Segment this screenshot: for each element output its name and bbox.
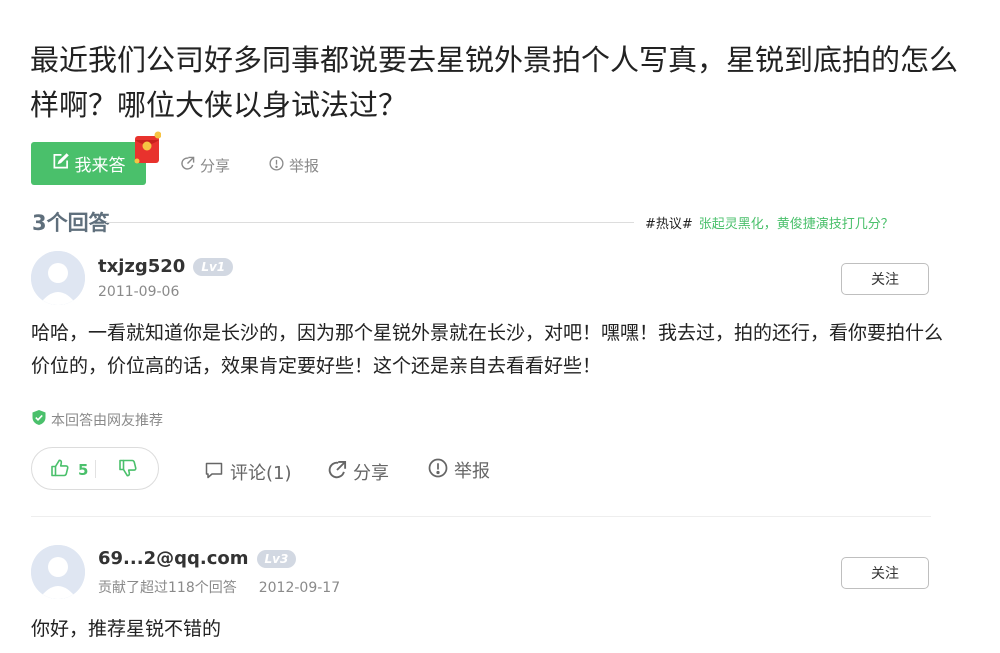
share-question-button[interactable]: 分享 <box>180 155 230 176</box>
thumbs-up-icon <box>50 458 70 482</box>
avatar[interactable] <box>31 251 85 305</box>
answer-date: 2012-09-17 <box>258 580 341 596</box>
answer-author[interactable]: txjzg520 Lv1 <box>98 256 234 277</box>
level-badge: Lv3 <box>256 549 297 568</box>
avatar[interactable] <box>31 545 85 599</box>
follow-button[interactable]: 关注 <box>841 263 929 295</box>
share-answer-button[interactable]: 分享 <box>327 459 389 485</box>
report-question-button[interactable]: 举报 <box>269 155 319 176</box>
username: txjzg520 <box>98 256 186 277</box>
report-icon <box>269 156 284 175</box>
recommended-label: 本回答由网友推荐 <box>51 412 163 429</box>
edit-icon <box>52 152 69 175</box>
shield-check-icon <box>31 409 47 430</box>
follow-button[interactable]: 关注 <box>841 557 929 589</box>
answer-divider <box>31 516 931 517</box>
share-icon <box>327 460 347 485</box>
dislike-button[interactable] <box>118 458 138 482</box>
share-icon <box>180 156 195 175</box>
recommended-badge: 本回答由网友推荐 <box>31 409 163 430</box>
report-answer-label: 举报 <box>454 461 490 482</box>
question-title: 最近我们公司好多同事都说要去星锐外景拍个人写真，星锐到底拍的怎么样啊？哪位大侠以… <box>30 43 959 122</box>
username: 69...2@qq.com <box>98 548 249 569</box>
section-divider <box>106 222 634 223</box>
report-icon <box>428 458 448 483</box>
answer-meta: 贡献了超过118个回答 2012-09-17 <box>98 577 340 597</box>
comment-label: 评论(1) <box>230 463 292 484</box>
default-avatar-icon <box>31 251 85 305</box>
comment-icon <box>204 460 224 485</box>
share-question-label: 分享 <box>200 157 231 175</box>
answer-contribution: 贡献了超过118个回答 <box>98 580 237 596</box>
thumbs-down-icon <box>118 459 138 482</box>
level-badge: Lv1 <box>193 257 234 276</box>
answer-meta: 2011-09-06 <box>98 284 179 300</box>
default-avatar-icon <box>31 545 85 599</box>
hot-topic-tag: #热议# <box>645 217 693 232</box>
like-count: 5 <box>78 461 89 479</box>
vote-divider <box>95 460 96 478</box>
hot-topic-link[interactable]: #热议# 张起灵黑化，黄俊捷演技打几分？ <box>645 213 894 232</box>
red-envelope-icon[interactable] <box>133 131 162 164</box>
answer-date: 2011-09-06 <box>98 284 180 300</box>
hot-topic-text: 张起灵黑化，黄俊捷演技打几分？ <box>698 217 894 232</box>
vote-box: 5 <box>31 447 159 490</box>
report-answer-button[interactable]: 举报 <box>428 457 490 483</box>
answer-content: 哈哈，一看就知道你是长沙的，因为那个星锐外景就在长沙，对吧！嘿嘿！我去过，拍的还… <box>31 322 944 377</box>
report-question-label: 举报 <box>289 157 320 175</box>
answer-button[interactable]: 我来答 <box>31 142 146 185</box>
like-button[interactable]: 5 <box>50 458 88 482</box>
answer-button-label: 我来答 <box>74 156 126 176</box>
answer-content: 你好，推荐星锐不错的 <box>31 618 222 640</box>
comment-button[interactable]: 评论(1) <box>204 459 292 485</box>
answers-count: 3个回答 <box>32 211 110 235</box>
answer-author[interactable]: 69...2@qq.com Lv3 <box>98 548 297 569</box>
share-answer-label: 分享 <box>353 463 389 484</box>
